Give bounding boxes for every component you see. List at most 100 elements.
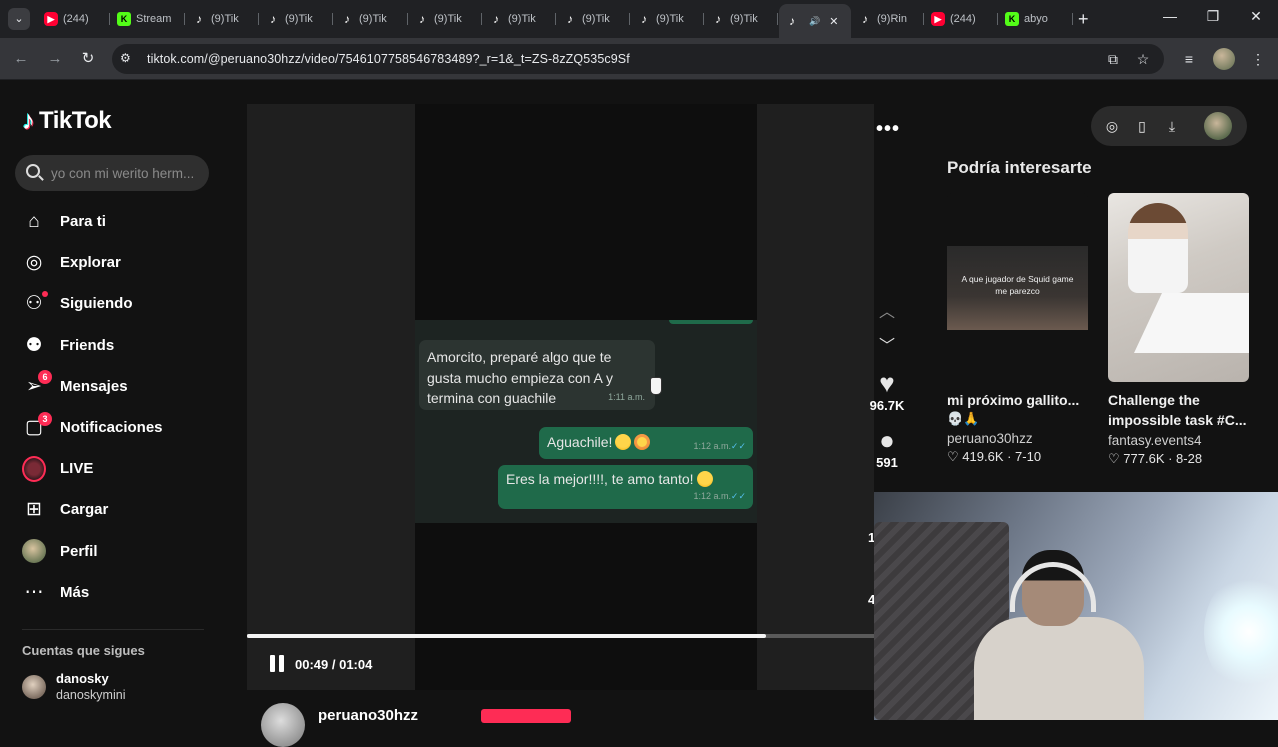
audio-playing-icon[interactable]: 🔊 xyxy=(809,16,820,27)
browser-tab[interactable]: ♪ (9)Tik xyxy=(631,6,704,32)
tab-label: (9)Tik xyxy=(285,13,313,25)
sidebar-item-live[interactable]: LIVE xyxy=(0,448,230,489)
comment-icon[interactable]: ● xyxy=(866,425,908,455)
close-window-button[interactable]: ✕ xyxy=(1246,8,1266,25)
sidebar-item-para-ti[interactable]: ⌂ Para ti xyxy=(0,201,230,242)
browser-tab[interactable]: ♪ (9)Tik xyxy=(483,6,556,32)
sidebar-item-perfil[interactable]: Perfil xyxy=(0,531,230,572)
download-icon[interactable]: ⤓ xyxy=(1162,116,1182,136)
next-video-icon[interactable]: ﹀ xyxy=(866,330,908,364)
search-input[interactable] xyxy=(51,163,201,183)
browser-profile-avatar[interactable] xyxy=(1213,48,1235,70)
card-author[interactable]: fantasy.events4 xyxy=(1108,432,1249,450)
browser-tab[interactable]: ♪ (9)Tik xyxy=(186,6,259,32)
tab-label: (9)Tik xyxy=(434,13,462,25)
browser-tab[interactable]: ♪ 🔊 ✕ xyxy=(779,4,851,38)
divider xyxy=(22,629,204,630)
tiktok-logo[interactable]: ♪ TikTok xyxy=(22,105,112,136)
more-options-icon[interactable]: ••• xyxy=(876,118,900,141)
message-time: 1:12 a.m. xyxy=(693,440,731,451)
browser-tab[interactable]: ♪ (9)Tik xyxy=(260,6,333,32)
browser-tab[interactable]: K Stream xyxy=(111,6,185,32)
sidebar-item-friends[interactable]: ⚉ Friends xyxy=(0,325,230,366)
site-info-icon[interactable]: ⚙ xyxy=(120,51,131,65)
sidebar-item-label: Notificaciones xyxy=(60,419,163,437)
back-button[interactable]: ← xyxy=(10,48,32,70)
close-tab-icon[interactable]: ✕ xyxy=(829,15,838,28)
recommended-video-card[interactable]: A que jugador de Squid game me parezco m… xyxy=(947,193,1088,466)
new-tab-button[interactable]: + xyxy=(1078,9,1089,29)
card-title[interactable]: Challenge the impossible task #C... xyxy=(1108,390,1249,430)
video-player[interactable]: Amorcito, preparé algo que te gusta much… xyxy=(247,104,899,690)
browser-tab[interactable]: ▶ (244) xyxy=(925,6,998,32)
reload-button[interactable]: ↻ xyxy=(77,48,99,70)
message-text: Eres la mejor!!!!, te amo tanto! xyxy=(506,471,694,487)
tab-label: abyo xyxy=(1024,13,1048,25)
sidebar-item-mensajes[interactable]: ➢ 6 Mensajes xyxy=(0,366,230,407)
pause-button[interactable] xyxy=(268,655,286,673)
browser-tab[interactable]: ♪ (9)Tik xyxy=(557,6,630,32)
following-account[interactable]: danosky danoskymini xyxy=(22,671,125,703)
search-icon[interactable] xyxy=(26,164,40,178)
tiktok-icon: ♪ xyxy=(196,12,202,26)
account-handle[interactable]: danoskymini xyxy=(56,687,125,703)
forward-button[interactable]: → xyxy=(44,48,66,70)
tab-search-button[interactable]: ⌄ xyxy=(8,8,30,30)
incoming-message: Amorcito, preparé algo que te gusta much… xyxy=(419,340,655,410)
message-time: 1:11 a.m. xyxy=(608,391,645,402)
card-likes: 419.6K xyxy=(962,449,1004,464)
sidebar-item-más[interactable]: ⋯ Más xyxy=(0,572,230,613)
logo-text: TikTok xyxy=(39,106,112,134)
author-name[interactable]: peruano30hzz xyxy=(318,707,418,724)
browser-tab[interactable]: Kabyo xyxy=(999,6,1073,32)
sidebar-item-notificaciones[interactable]: ▢ 3 Notificaciones xyxy=(0,407,230,448)
tab-separator xyxy=(407,13,408,25)
video-black-area xyxy=(415,104,757,320)
like-count: 96.7K xyxy=(869,398,905,413)
browser-tab[interactable]: ♪ (9)Tik xyxy=(409,6,482,32)
phone-icon[interactable]: ▯ xyxy=(1132,116,1152,136)
card-date: 8-28 xyxy=(1176,451,1203,466)
browser-menu-icon[interactable]: ⋮ xyxy=(1248,49,1268,69)
compass-icon[interactable]: ◎ xyxy=(1102,116,1122,136)
following-icon: ⚇ xyxy=(22,290,48,316)
browser-tab[interactable]: ♪ (9)Tik xyxy=(705,6,778,32)
maximize-button[interactable]: ❐ xyxy=(1203,8,1223,25)
minimize-button[interactable]: — xyxy=(1160,8,1180,24)
recommended-video-card[interactable]: Challenge the impossible task #C... fant… xyxy=(1108,193,1249,468)
url-text[interactable]: tiktok.com/@peruano30hzz/video/754610775… xyxy=(147,52,630,66)
video-frame[interactable]: Amorcito, preparé algo que te gusta much… xyxy=(415,104,757,690)
bookmark-star-icon[interactable]: ☆ xyxy=(1133,49,1153,69)
previous-video-icon[interactable]: ︿ xyxy=(866,296,908,330)
card-author[interactable]: peruano30hzz xyxy=(947,430,1088,448)
install-app-icon[interactable]: ⧉ xyxy=(1103,49,1123,69)
live-icon xyxy=(22,455,46,482)
kick-icon: K xyxy=(1005,12,1019,26)
profile-icon xyxy=(22,539,46,564)
video-thumbnail[interactable]: A que jugador de Squid game me parezco xyxy=(947,193,1088,382)
account-name[interactable]: danosky xyxy=(56,671,125,687)
like-heart-icon[interactable]: ♥ xyxy=(866,368,908,398)
tab-label: (9)Tik xyxy=(656,13,684,25)
sidebar-item-explorar[interactable]: ◎ Explorar xyxy=(0,242,230,283)
video-thumbnail[interactable] xyxy=(1108,193,1249,382)
comment-count: 591 xyxy=(876,455,898,470)
card-title[interactable]: mi próximo gallito... xyxy=(947,390,1088,410)
browser-tab[interactable]: ♪ (9)Rin xyxy=(852,6,924,32)
video-progress-bar[interactable] xyxy=(247,634,874,638)
browser-tab[interactable]: ▶ (244) xyxy=(38,6,110,32)
heart-outline-icon: ♡ xyxy=(947,449,963,464)
tab-separator xyxy=(184,13,185,25)
media-control-icon[interactable]: ≡ xyxy=(1179,49,1199,69)
author-avatar[interactable] xyxy=(261,703,305,747)
sidebar-item-siguiendo[interactable]: ⚇ Siguiendo xyxy=(0,283,230,324)
sidebar-item-cargar[interactable]: ⊞ Cargar xyxy=(0,489,230,530)
search-box[interactable] xyxy=(15,155,209,191)
follow-button[interactable] xyxy=(481,709,571,723)
profile-avatar[interactable] xyxy=(1204,112,1232,140)
thumbnail-counter xyxy=(1134,293,1249,353)
browser-tab[interactable]: ♪ (9)Tik xyxy=(334,6,408,32)
address-bar[interactable]: ⚙ tiktok.com/@peruano30hzz/video/7546107… xyxy=(112,44,1164,74)
outgoing-message: Aguachile! 1:12 a.m. ✓✓ xyxy=(539,427,753,459)
avatar[interactable] xyxy=(22,675,46,699)
